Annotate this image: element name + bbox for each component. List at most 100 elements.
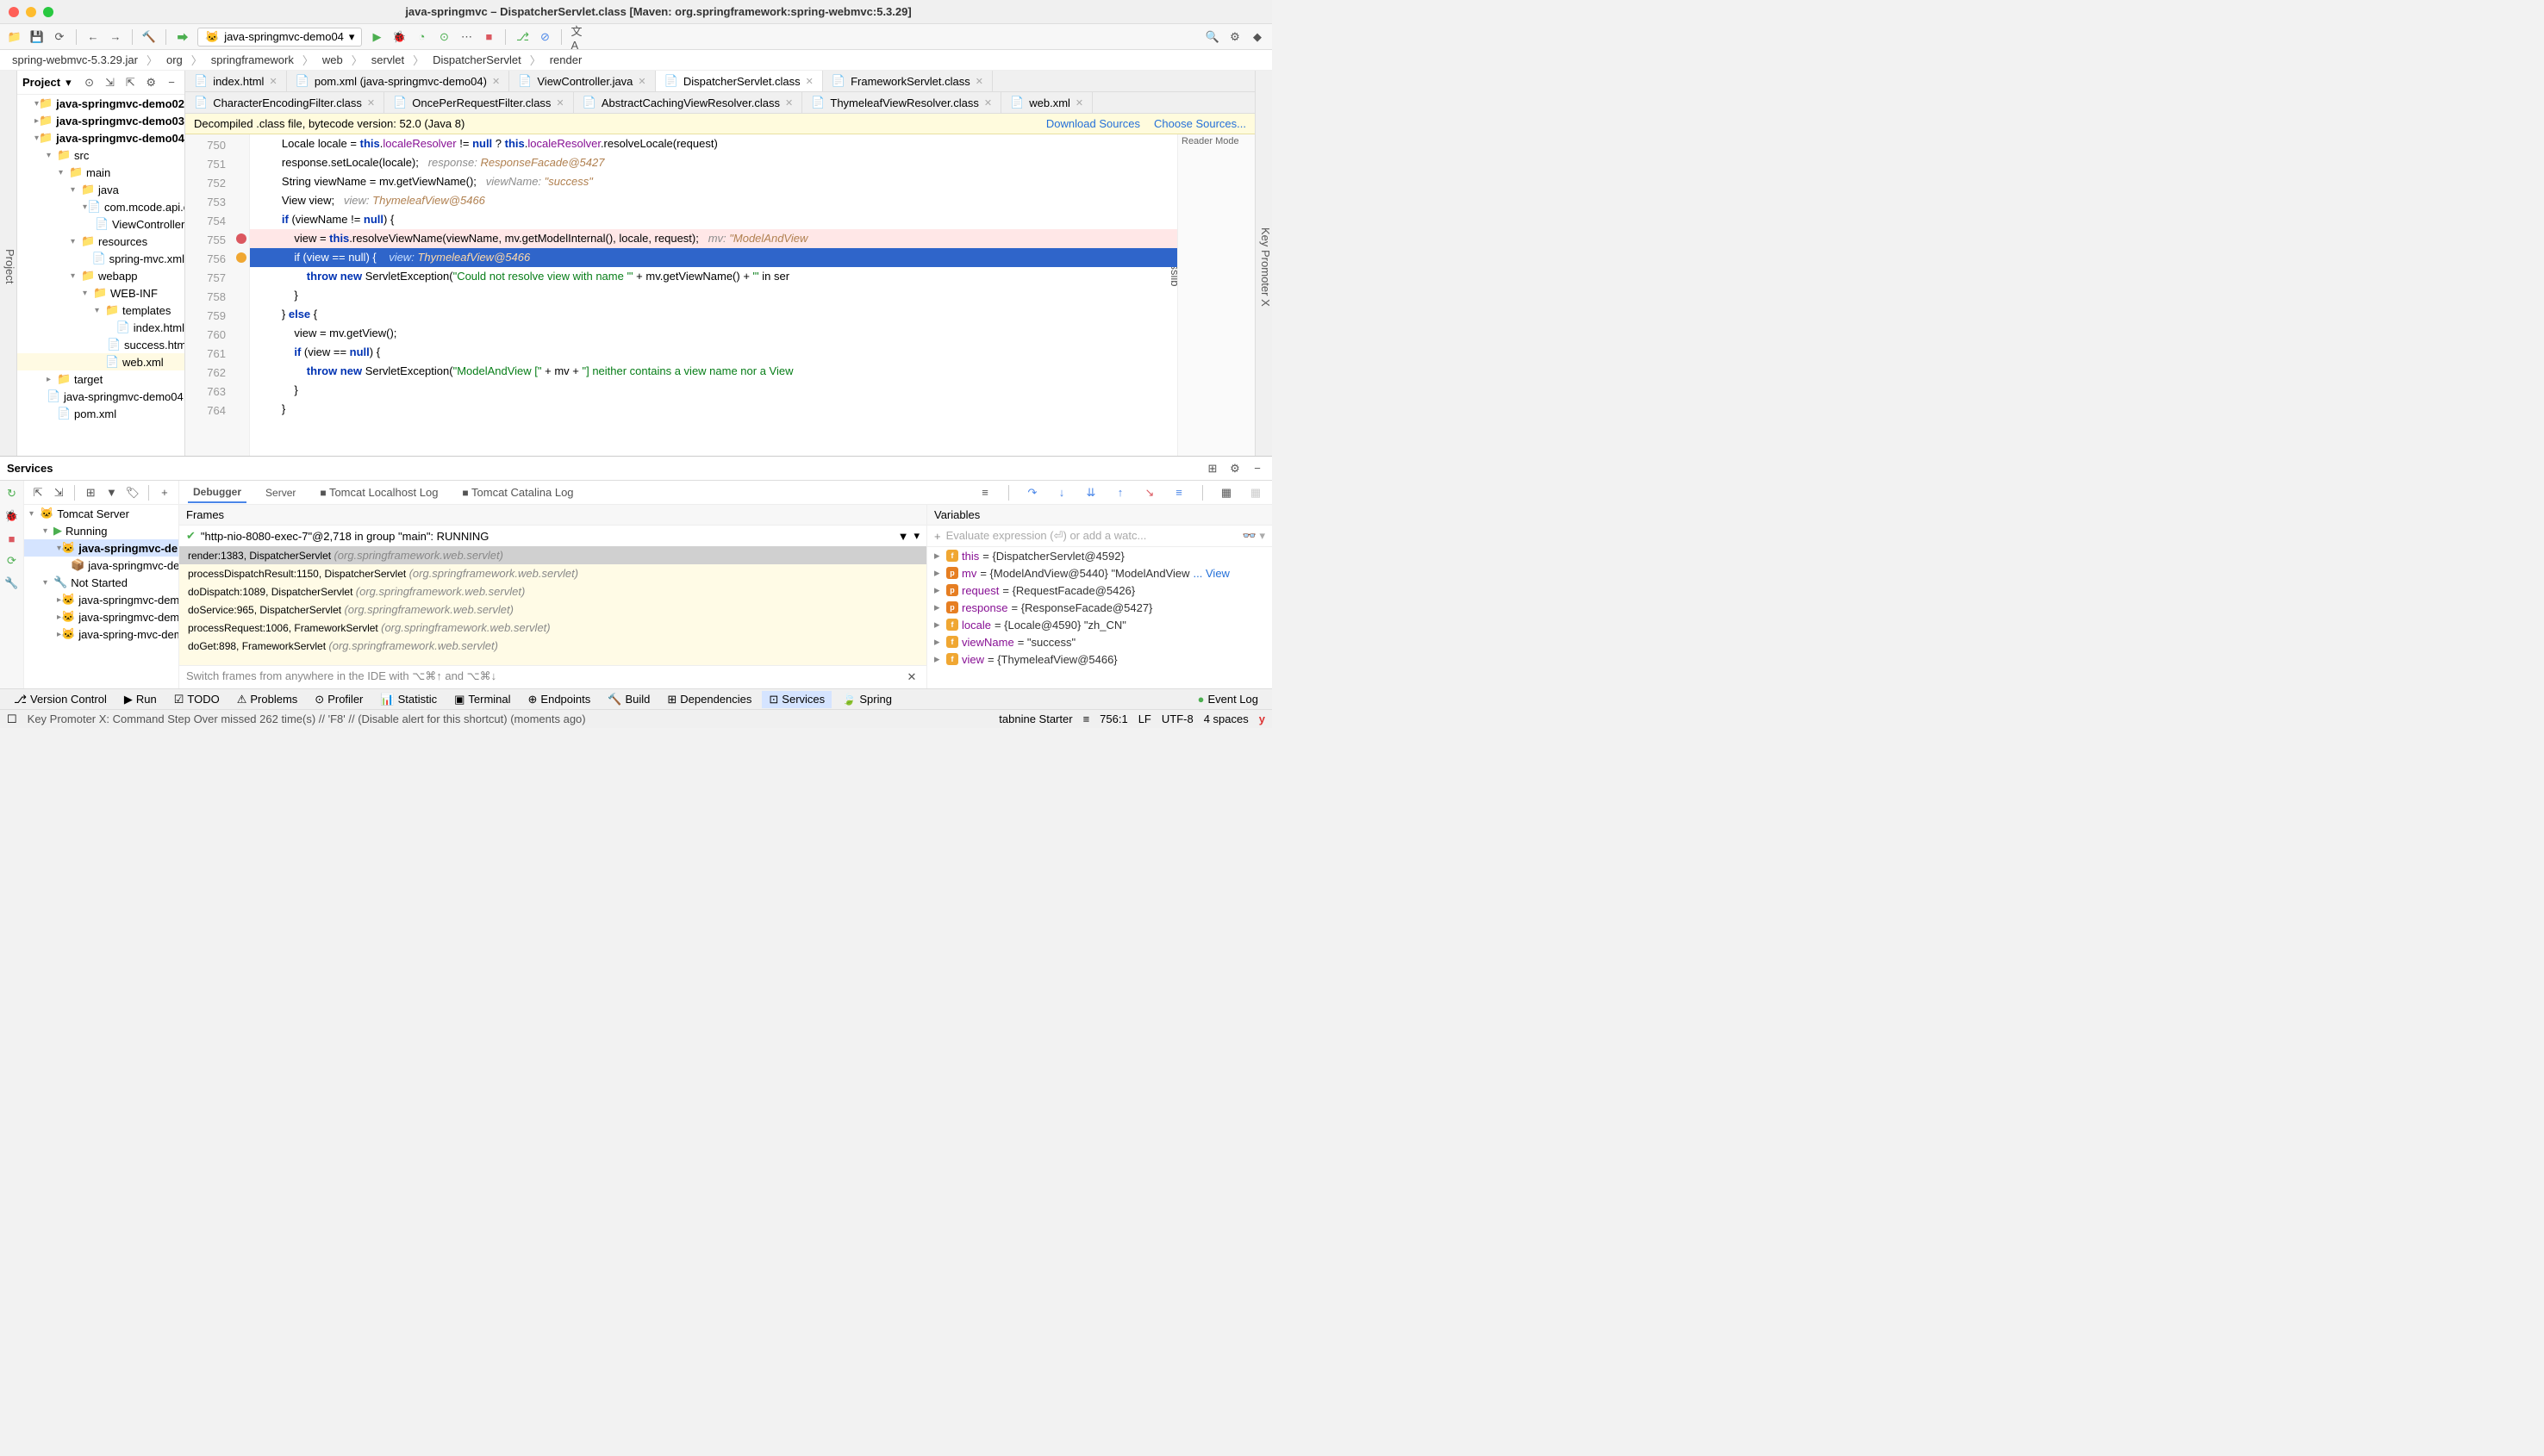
frames-list[interactable]: render:1383, DispatcherServlet (org.spri… <box>179 546 926 665</box>
crumb[interactable]: org <box>161 52 188 68</box>
back-icon[interactable]: ← <box>85 29 101 45</box>
stack-frame[interactable]: doGet:898, FrameworkServlet (org.springf… <box>179 637 926 655</box>
tree-item[interactable]: ▾📁java-springmvc-demo02 <box>17 95 184 112</box>
glasses-icon[interactable]: 👓 ▾ <box>1243 529 1265 543</box>
filter-icon[interactable]: ▼ <box>898 530 909 543</box>
download-sources-link[interactable]: Download Sources <box>1046 117 1140 130</box>
close-tab-icon[interactable]: ✕ <box>556 97 564 109</box>
bottom-tool-version-control[interactable]: ⎇Version Control <box>7 691 114 708</box>
search-icon[interactable]: 🔍 <box>1205 29 1220 45</box>
save-icon[interactable]: 💾 <box>29 29 45 45</box>
bottom-tool-run[interactable]: ▶Run <box>117 691 164 708</box>
line-ending[interactable]: LF <box>1138 712 1151 725</box>
add-icon[interactable]: + <box>158 485 171 501</box>
localhost-log-tab[interactable]: ■ Tomcat Localhost Log <box>315 482 443 502</box>
close-tab-icon[interactable]: ✕ <box>976 76 983 87</box>
breakpoint-icon[interactable] <box>236 233 246 244</box>
run-icon[interactable]: ▶ <box>369 29 384 45</box>
collapse-all-icon[interactable]: ⇲ <box>52 485 65 501</box>
translate-icon[interactable]: 文A <box>571 29 586 45</box>
attach-icon[interactable]: ⋯ <box>458 29 474 45</box>
indent-guide-icon[interactable]: ≡ <box>1083 712 1090 725</box>
tree-item[interactable]: 📄index.html <box>17 319 184 336</box>
coverage-icon[interactable]: ◔ <box>414 29 429 45</box>
rerun-icon[interactable]: ↻ <box>4 486 20 501</box>
gear-icon[interactable]: ⚙ <box>143 75 159 90</box>
bottom-tool-profiler[interactable]: ⊙Profiler <box>308 691 370 708</box>
variable-row[interactable]: ▸f viewName = "success" <box>927 633 1272 650</box>
stack-frame[interactable]: processRequest:1006, FrameworkServlet (o… <box>179 619 926 637</box>
encoding[interactable]: UTF-8 <box>1162 712 1194 725</box>
expand-icon[interactable]: ⇲ <box>102 75 117 90</box>
tree-item[interactable]: 📄pom.xml <box>17 405 184 422</box>
collapse-icon[interactable]: ⇱ <box>122 75 138 90</box>
editor-tab[interactable]: 📄index.html✕ <box>185 71 287 91</box>
deploy-icon[interactable]: ⟳ <box>4 553 20 569</box>
crumb[interactable]: servlet <box>366 52 409 68</box>
variable-row[interactable]: ▸p mv = {ModelAndView@5440} "ModelAndVie… <box>927 564 1272 582</box>
git-icon[interactable]: ⎇ <box>514 29 530 45</box>
debugger-tab[interactable]: Debugger <box>188 482 246 503</box>
status-icon[interactable]: ☐ <box>7 712 17 726</box>
tree-item[interactable]: 📄spring-mvc.xml <box>17 250 184 267</box>
gutter-marks[interactable] <box>233 134 250 456</box>
variables-list[interactable]: ▸f this = {DispatcherServlet@4592}▸p mv … <box>927 547 1272 688</box>
stop-icon[interactable]: ■ <box>481 29 496 45</box>
run-to-cursor-icon[interactable]: ↘ <box>1142 485 1157 501</box>
services-tree-item[interactable]: ▾🔧Not Started <box>24 574 178 591</box>
variable-row[interactable]: ▸f this = {DispatcherServlet@4592} <box>927 547 1272 564</box>
tree-item[interactable]: 📄web.xml <box>17 353 184 370</box>
tree-item[interactable]: ▾📁WEB-INF <box>17 284 184 302</box>
bottom-tool-services[interactable]: ⊡Services <box>762 691 832 708</box>
open-icon[interactable]: 📁 <box>7 29 22 45</box>
services-tree-item[interactable]: ▸🐱java-springmvc-demo02 [local] <box>24 608 178 625</box>
tree-item[interactable]: ▾📁main <box>17 164 184 181</box>
editor-tab[interactable]: 📄pom.xml (java-springmvc-demo04)✕ <box>287 71 510 91</box>
close-hint-icon[interactable]: ✕ <box>904 669 920 685</box>
bottom-tool-terminal[interactable]: ▣Terminal <box>447 691 517 708</box>
tabnine-status[interactable]: tabnine Starter <box>999 712 1072 725</box>
editor-tab[interactable]: 📄CharacterEncodingFilter.class✕ <box>185 92 384 113</box>
dropdown-icon[interactable]: ▾ <box>913 529 920 543</box>
force-step-icon[interactable]: ⇊ <box>1083 485 1099 501</box>
minimize-window[interactable] <box>26 7 36 17</box>
editor-tab[interactable]: 📄OncePerRequestFilter.class✕ <box>384 92 574 113</box>
wrench-icon[interactable]: 🔧 <box>4 576 20 591</box>
keypromoter-tool[interactable]: Key Promoter X <box>1259 227 1272 307</box>
filter-icon[interactable]: ▼ <box>104 485 118 501</box>
tree-item[interactable]: 📄success.html <box>17 336 184 353</box>
layout-icon[interactable]: ⊞ <box>1205 461 1220 476</box>
evaluate-icon[interactable]: ≡ <box>1171 485 1187 501</box>
catalina-log-tab[interactable]: ■ Tomcat Catalina Log <box>457 482 578 502</box>
tree-item[interactable]: ▾📁src <box>17 146 184 164</box>
bottom-tool-dependencies[interactable]: ⊞Dependencies <box>660 691 758 708</box>
gear-icon[interactable]: ⚙ <box>1227 461 1243 476</box>
crumb[interactable]: render <box>545 52 588 68</box>
maximize-window[interactable] <box>43 7 53 17</box>
stack-frame[interactable]: doDispatch:1089, DispatcherServlet (org.… <box>179 582 926 600</box>
editor-tab[interactable]: 📄DispatcherServlet.class✕ <box>656 71 823 91</box>
bottom-tool-spring[interactable]: 🍃Spring <box>835 691 899 708</box>
variable-row[interactable]: ▸f locale = {Locale@4590} "zh_CN" <box>927 616 1272 633</box>
tree-item[interactable]: 📄ViewController <box>17 215 184 233</box>
bottom-tool-problems[interactable]: ⚠Problems <box>230 691 305 708</box>
bottom-tool-statistic[interactable]: 📊Statistic <box>373 691 444 708</box>
step-over-icon[interactable]: ↷ <box>1025 485 1040 501</box>
event-log-button[interactable]: ● Event Log <box>1191 691 1265 707</box>
debug-icon[interactable]: 🐞 <box>4 508 20 524</box>
bottom-tool-todo[interactable]: ☑TODO <box>167 691 227 708</box>
services-tree-item[interactable]: ▸🐱java-springmvc-demo03 [local] <box>24 591 178 608</box>
line-gutter[interactable]: 7507517527537547557567577587597607617627… <box>185 134 233 456</box>
editor-tab[interactable]: 📄ViewController.java✕ <box>509 71 655 91</box>
hide-icon[interactable]: − <box>164 75 179 90</box>
forward-icon[interactable]: → <box>108 29 123 45</box>
profile-icon[interactable]: ⊙ <box>436 29 452 45</box>
crumb[interactable]: web <box>317 52 348 68</box>
choose-sources-link[interactable]: Choose Sources... <box>1154 117 1246 130</box>
expand-all-icon[interactable]: ⇱ <box>31 485 45 501</box>
minimap[interactable]: Reader Mode <box>1177 134 1255 456</box>
close-tab-icon[interactable]: ✕ <box>1076 97 1083 109</box>
thread-selector[interactable]: ✔ "http-nio-8080-exec-7"@2,718 in group … <box>179 526 926 546</box>
stop-icon[interactable]: ■ <box>4 531 20 546</box>
tree-item[interactable]: 📄java-springmvc-demo04.iml <box>17 388 184 405</box>
